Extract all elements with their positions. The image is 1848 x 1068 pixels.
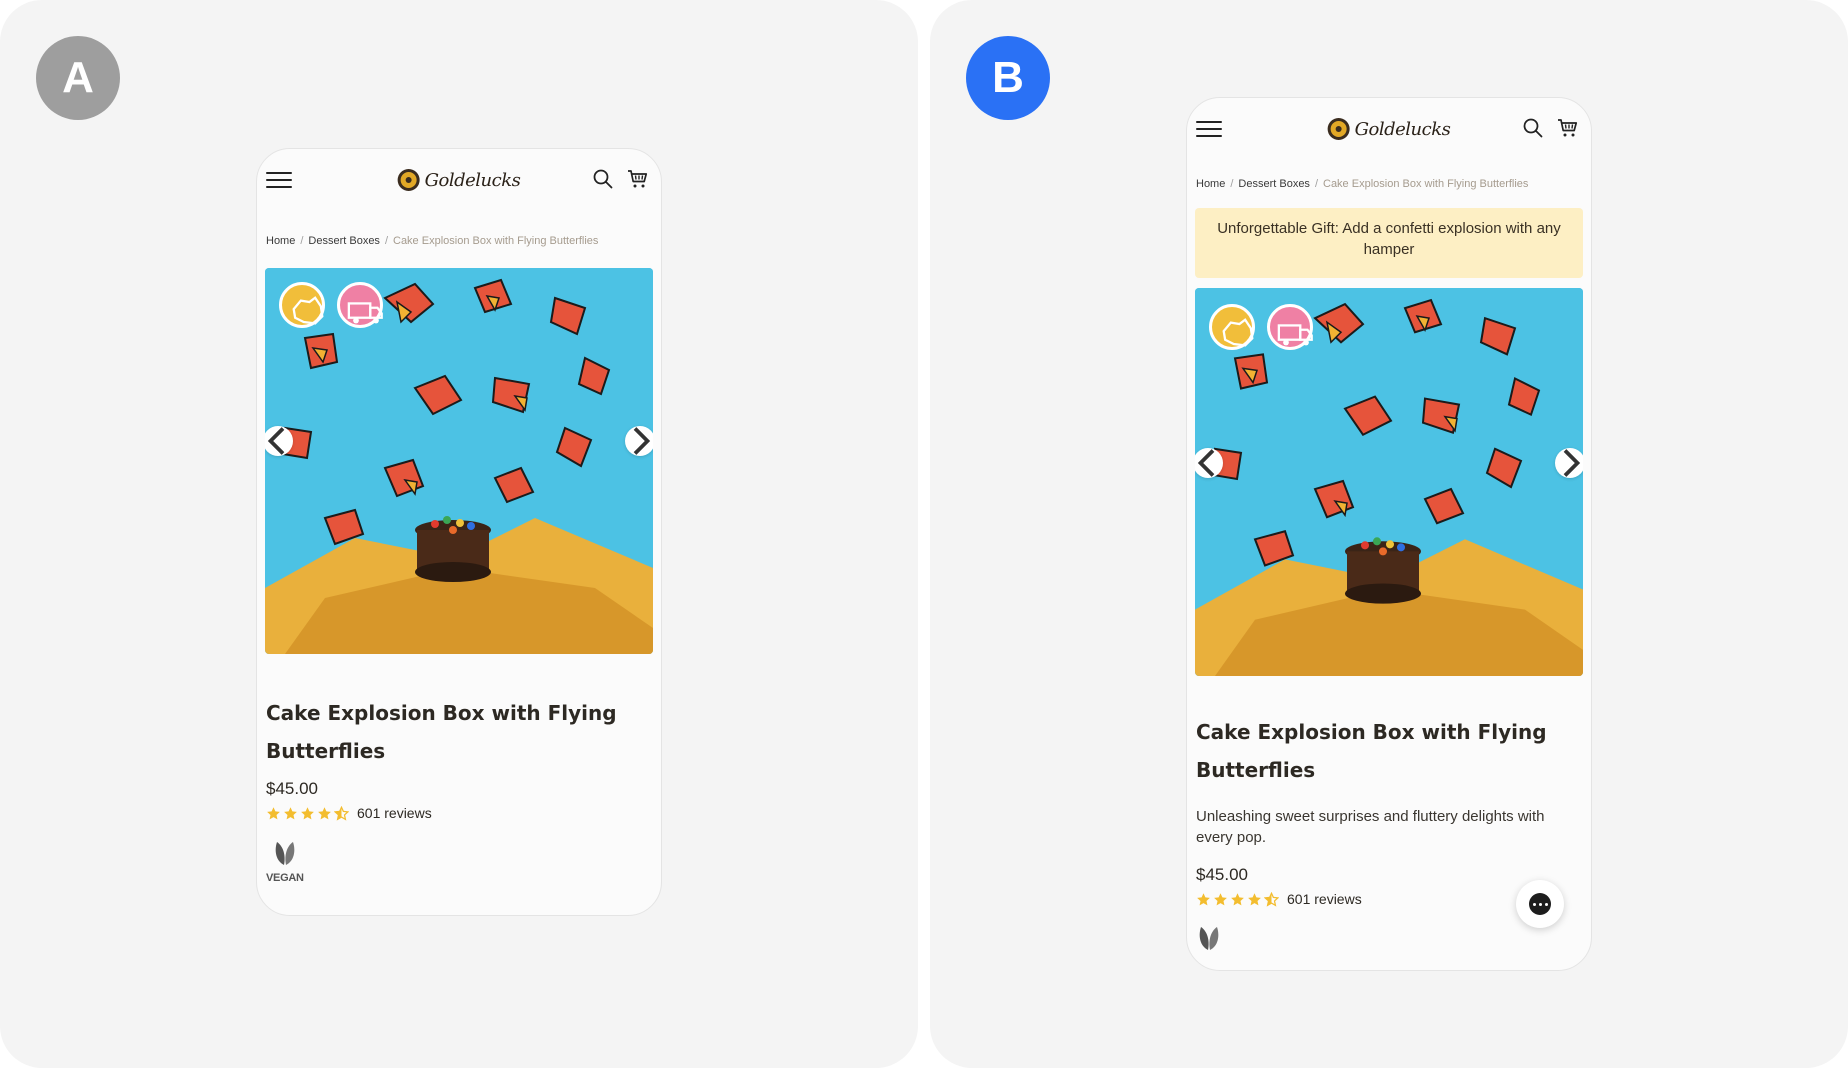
chevron-right-icon: [633, 427, 651, 455]
breadcrumb-category-link[interactable]: Dessert Boxes: [1238, 178, 1310, 190]
breadcrumb: Home / Dessert Boxes / Cake Explosion Box wi…: [1196, 178, 1529, 190]
breadcrumb-home-link[interactable]: Home: [1196, 178, 1225, 190]
review-count-link[interactable]: 601 reviews: [1287, 891, 1362, 907]
phone-screen: Goldelucks Home / Dessert Boxes / Cake Explo…: [256, 148, 662, 916]
product-price: $45.00: [266, 779, 318, 798]
australia-made-badge: [1209, 304, 1255, 350]
carousel-next-button[interactable]: [1555, 448, 1583, 478]
product-description: Unleashing sweet surprises and fluttery …: [1196, 808, 1545, 846]
vegan-leaf-icon: [1199, 927, 1219, 950]
chevron-left-icon: [1197, 449, 1215, 477]
search-icon[interactable]: [591, 167, 615, 191]
australia-made-badge: [279, 282, 325, 328]
breadcrumb-current: Cake Explosion Box with Flying Butterfli…: [1323, 178, 1529, 190]
chevron-left-icon: [267, 427, 285, 455]
product-image-carousel[interactable]: [1195, 288, 1583, 676]
vegan-label: VEGAN: [266, 872, 304, 884]
search-icon[interactable]: [1521, 116, 1545, 140]
product-title: Cake Explosion Box with Flying Butterfli…: [266, 701, 617, 763]
star-half-icon: [1264, 891, 1279, 907]
vegan-leaf-icon: [275, 842, 295, 865]
star-icon: [1248, 892, 1261, 905]
delivery-truck-icon: [1277, 324, 1313, 346]
review-count-link[interactable]: 601 reviews: [357, 805, 432, 821]
hamburger-menu-icon[interactable]: [1196, 119, 1222, 139]
variant-badge: A: [36, 36, 120, 120]
vegan-badge: [1196, 924, 1222, 957]
australia-map-icon: [1222, 318, 1254, 347]
promo-banner[interactable]: Unforgettable Gift: Add a confetti explo…: [1195, 208, 1583, 278]
chat-icon: [1529, 893, 1551, 915]
top-nav: Goldelucks: [1187, 98, 1591, 168]
donut-logo-icon: [397, 169, 420, 191]
brand-wordmark: Goldelucks: [424, 169, 521, 191]
star-icon: [1197, 892, 1210, 905]
product-title: Cake Explosion Box with Flying Butterfli…: [1196, 720, 1547, 782]
product-image-carousel[interactable]: [265, 268, 653, 654]
breadcrumb: Home / Dessert Boxes / Cake Explosion Box wi…: [266, 235, 599, 247]
chevron-right-icon: [1563, 449, 1581, 477]
top-nav: Goldelucks: [257, 149, 661, 219]
star-icon: [301, 806, 314, 819]
donut-logo-icon: [1327, 118, 1350, 140]
breadcrumb-home-link[interactable]: Home: [266, 235, 295, 247]
brand-logo[interactable]: Goldelucks: [397, 169, 521, 191]
variant-badge: B: [966, 36, 1050, 120]
brand-logo[interactable]: Goldelucks: [1327, 118, 1451, 140]
australia-map-icon: [292, 296, 324, 325]
delivery-truck-icon: [347, 302, 383, 324]
carousel-prev-button[interactable]: [1195, 448, 1223, 478]
breadcrumb-category-link[interactable]: Dessert Boxes: [308, 235, 380, 247]
carousel-prev-button[interactable]: [265, 426, 293, 456]
cart-icon[interactable]: [626, 167, 650, 191]
product-rating[interactable]: 601 reviews: [1196, 891, 1362, 907]
phone-screen: Goldelucks Home / Dessert Boxes / Cake Explo…: [1186, 97, 1592, 971]
star-icon: [284, 806, 297, 819]
variant-a-panel: A Goldelucks Home / Dessert Boxes / Cake Exp…: [0, 0, 918, 1068]
product-price: $45.00: [1196, 865, 1248, 884]
cart-icon[interactable]: [1556, 116, 1580, 140]
vegan-badge: VEGAN: [266, 839, 304, 884]
product-rating[interactable]: 601 reviews: [266, 805, 432, 821]
star-icon: [267, 806, 280, 819]
chat-widget-button[interactable]: [1516, 880, 1564, 928]
delivery-badge: [1267, 304, 1313, 350]
carousel-next-button[interactable]: [625, 426, 653, 456]
hamburger-menu-icon[interactable]: [266, 170, 292, 190]
breadcrumb-current: Cake Explosion Box with Flying Butterfli…: [393, 235, 599, 247]
delivery-badge: [337, 282, 383, 328]
star-icon: [1214, 892, 1227, 905]
star-icon: [318, 806, 331, 819]
brand-wordmark: Goldelucks: [1354, 118, 1451, 140]
star-half-icon: [334, 805, 349, 821]
star-icon: [1231, 892, 1244, 905]
variant-b-panel: B Goldelucks Home / Dessert Boxes / Cake Exp…: [930, 0, 1848, 1068]
